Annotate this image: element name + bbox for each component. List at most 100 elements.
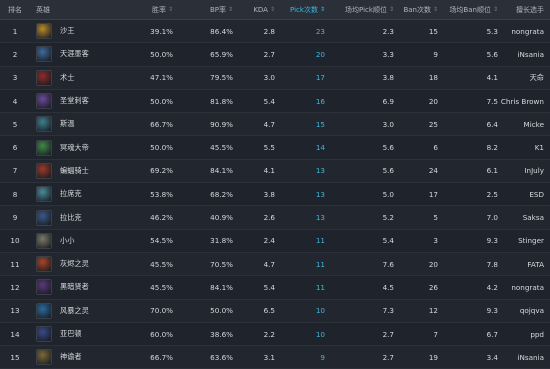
rank-cell: 15 <box>10 352 20 362</box>
table-row[interactable]: 12 黑暗贤者 45.5% 84.1% 5.4 11 4.5 26 4.2 no… <box>0 276 550 300</box>
table-row[interactable]: 9 拉比克 46.2% 40.9% 2.6 13 5.2 5 7.0 Saksa <box>0 206 550 230</box>
kda-cell: 4.7 <box>263 119 275 129</box>
table-row[interactable]: 4 圣堂刺客 50.0% 81.8% 5.4 16 6.9 20 7.5 Chr… <box>0 90 550 114</box>
hero-cell[interactable]: 拉席克 <box>30 186 125 203</box>
table-row[interactable]: 8 拉席克 53.8% 68.2% 3.8 13 5.0 17 2.5 ESD <box>0 183 550 207</box>
top-player-cell[interactable]: nongrata <box>498 27 550 36</box>
header-pick-count[interactable]: Pick次数 ⇕ <box>275 5 325 15</box>
ban-count-cell: 5 <box>433 213 438 223</box>
hero-cell[interactable]: 灰烬之灵 <box>30 256 125 273</box>
win-rate-cell: 45.5% <box>150 282 173 292</box>
avg-ban-order-cell: 6.4 <box>486 119 498 129</box>
table-row[interactable]: 6 冥魂大帝 50.0% 45.5% 5.5 14 5.6 6 8.2 K1 <box>0 136 550 160</box>
hero-cell[interactable]: 神谕者 <box>30 349 125 366</box>
bp-rate-cell: 86.4% <box>210 26 233 36</box>
table-row[interactable]: 13 风暴之灵 70.0% 50.0% 6.5 10 7.3 12 9.3 qo… <box>0 299 550 323</box>
avg-ban-order-cell: 2.5 <box>486 189 498 199</box>
bp-rate-cell: 90.9% <box>210 119 233 129</box>
kda-cell: 2.6 <box>263 213 275 223</box>
kda-cell: 5.4 <box>263 282 275 292</box>
hero-portrait-icon <box>36 46 52 63</box>
table-row[interactable]: 10 小小 54.5% 31.8% 2.4 11 5.4 3 9.3 Sting… <box>0 230 550 253</box>
bp-rate-cell: 38.6% <box>210 329 233 339</box>
avg-pick-order-cell: 4.5 <box>382 282 394 292</box>
hero-name: 蝙蝠骑士 <box>60 165 89 175</box>
table-row[interactable]: 11 灰烬之灵 45.5% 70.5% 4.7 11 7.6 20 7.8 FA… <box>0 252 550 277</box>
avg-pick-order-cell: 7.3 <box>382 306 394 316</box>
top-player-cell[interactable]: Micke <box>498 120 550 129</box>
top-player-cell[interactable]: 天命 <box>498 73 550 83</box>
pick-count-cell: 11 <box>315 282 325 292</box>
hero-cell[interactable]: 术士 <box>30 69 125 86</box>
table-row[interactable]: 1 沙王 39.1% 86.4% 2.8 23 2.3 15 5.3 nongr… <box>0 20 550 44</box>
kda-cell: 4.1 <box>263 166 275 176</box>
bp-rate-cell: 84.1% <box>210 166 233 176</box>
table-row[interactable]: 2 天涯墨客 50.0% 65.9% 2.7 20 3.3 9 5.6 iNsa… <box>0 43 550 67</box>
pick-count-cell: 23 <box>315 26 325 36</box>
win-rate-cell: 70.0% <box>150 306 173 316</box>
header-ban-count[interactable]: Ban次数 ⇕ <box>394 5 438 15</box>
hero-name: 黑暗贤者 <box>60 282 89 292</box>
win-rate-cell: 53.8% <box>150 189 173 199</box>
ban-count-cell: 17 <box>428 189 438 199</box>
hero-cell[interactable]: 风暴之灵 <box>30 302 125 319</box>
kda-cell: 3.0 <box>263 73 275 83</box>
hero-portrait-icon <box>36 69 52 86</box>
header-avg-ban-order[interactable]: 场均Ban顺位 ⇕ <box>438 5 498 15</box>
top-player-cell[interactable]: K1 <box>498 143 550 152</box>
hero-cell[interactable]: 黑暗贤者 <box>30 279 125 296</box>
top-player-cell[interactable]: nongrata <box>498 283 550 292</box>
top-player-cell[interactable]: qojqva <box>498 306 550 315</box>
top-player-cell[interactable]: ppd <box>498 330 550 339</box>
avg-ban-order-cell: 4.2 <box>486 282 498 292</box>
rank-cell: 9 <box>12 213 18 223</box>
avg-pick-order-cell: 5.2 <box>382 213 394 223</box>
table-row[interactable]: 7 蝙蝠骑士 69.2% 84.1% 4.1 13 5.6 24 6.1 InJ… <box>0 159 550 184</box>
table-row[interactable]: 3 术士 47.1% 79.5% 3.0 17 3.8 18 4.1 天命 <box>0 66 550 90</box>
hero-portrait-icon <box>36 302 52 319</box>
header-kda[interactable]: KDA ⇕ <box>233 6 275 14</box>
hero-name: 灰烬之灵 <box>60 259 89 269</box>
kda-cell: 5.5 <box>263 143 275 153</box>
rank-cell: 12 <box>10 282 20 292</box>
hero-name: 拉席克 <box>60 189 82 199</box>
top-player-cell[interactable]: iNsania <box>498 50 550 59</box>
top-player-cell[interactable]: InJuly <box>498 166 550 175</box>
pick-count-cell: 11 <box>315 236 325 246</box>
win-rate-cell: 66.7% <box>150 119 173 129</box>
header-win-rate[interactable]: 胜率 ⇕ <box>125 5 173 15</box>
table-row[interactable]: 5 斯温 66.7% 90.9% 4.7 15 3.0 25 6.4 Micke <box>0 113 550 137</box>
avg-pick-order-cell: 5.0 <box>382 189 394 199</box>
hero-cell[interactable]: 圣堂刺客 <box>30 93 125 110</box>
win-rate-cell: 60.0% <box>150 329 173 339</box>
hero-cell[interactable]: 蝙蝠骑士 <box>30 162 125 179</box>
table-header: 排名 英雄 胜率 ⇕ BP率 ⇕ KDA ⇕ Pick次数 ⇕ 场均Pick顺位 ⇕ Ba… <box>0 0 550 20</box>
top-player-cell[interactable]: ESD <box>498 190 550 199</box>
hero-name: 术士 <box>60 72 75 82</box>
top-player-cell[interactable]: Stinger <box>498 236 550 245</box>
header-avg-pick-order[interactable]: 场均Pick顺位 ⇕ <box>325 5 394 15</box>
hero-cell[interactable]: 亚巴顿 <box>30 326 125 342</box>
table-row[interactable]: 14 亚巴顿 60.0% 38.6% 2.2 10 2.7 7 6.7 ppd <box>0 323 550 347</box>
avg-ban-order-cell: 8.2 <box>486 143 498 153</box>
hero-cell[interactable]: 斯温 <box>30 116 125 133</box>
bp-rate-cell: 31.8% <box>210 236 233 246</box>
top-player-cell[interactable]: iNsania <box>498 353 550 362</box>
top-player-cell[interactable]: Chris Brown <box>498 97 550 106</box>
header-bp-rate[interactable]: BP率 ⇕ <box>173 5 233 15</box>
avg-pick-order-cell: 2.7 <box>382 329 394 339</box>
hero-cell[interactable]: 小小 <box>30 232 125 249</box>
hero-cell[interactable]: 拉比克 <box>30 209 125 226</box>
top-player-cell[interactable]: Saksa <box>498 213 550 222</box>
hero-name: 小小 <box>60 235 75 245</box>
avg-pick-order-cell: 7.6 <box>382 259 394 269</box>
hero-cell[interactable]: 天涯墨客 <box>30 46 125 63</box>
hero-cell[interactable]: 冥魂大帝 <box>30 139 125 156</box>
hero-cell[interactable]: 沙王 <box>30 23 125 40</box>
win-rate-cell: 50.0% <box>150 96 173 106</box>
avg-pick-order-cell: 2.7 <box>382 352 394 362</box>
avg-ban-order-cell: 5.3 <box>486 26 498 36</box>
pick-count-cell: 9 <box>320 352 325 362</box>
top-player-cell[interactable]: FATA <box>498 260 550 269</box>
table-row[interactable]: 15 神谕者 66.7% 63.6% 3.1 9 2.7 19 3.4 iNsa… <box>0 346 550 369</box>
